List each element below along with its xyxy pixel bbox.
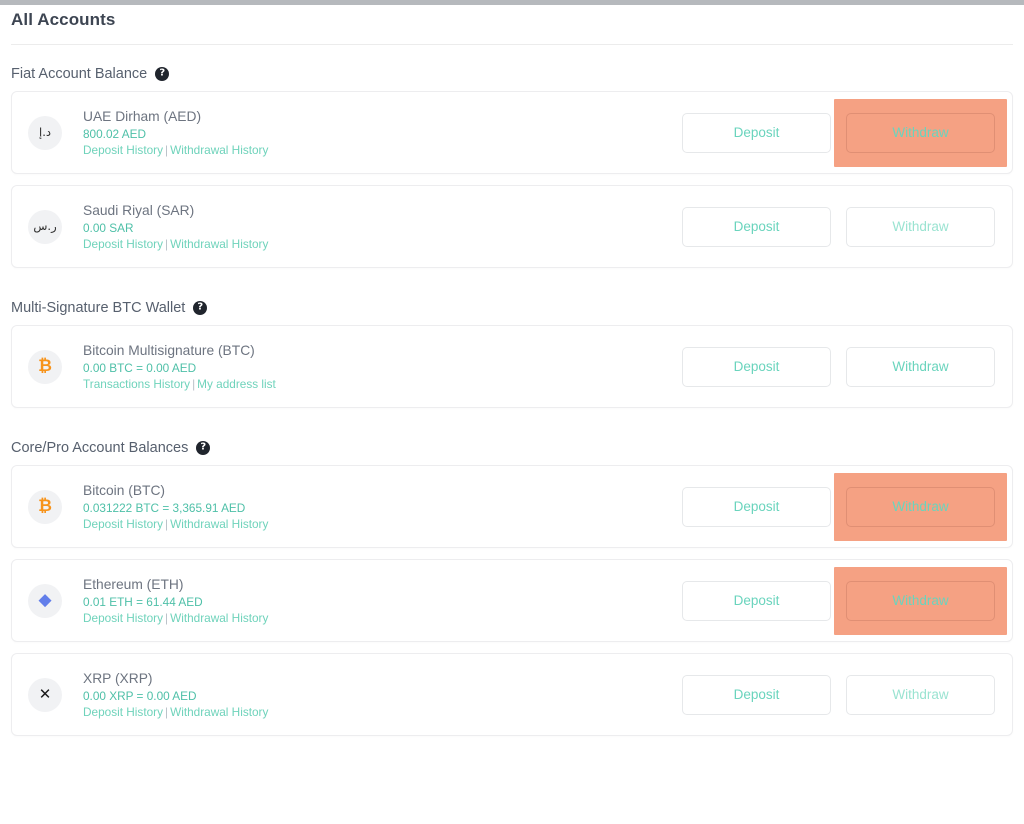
account-card: د.إ UAE Dirham (AED) 800.02 AED Deposit His… [11, 91, 1013, 174]
account-balance: 800.02 AED [83, 126, 146, 141]
history-link-primary[interactable]: Deposit History [83, 611, 163, 625]
deposit-button[interactable]: Deposit [682, 674, 831, 715]
withdraw-button-highlight: Withdraw [834, 566, 1007, 635]
link-separator: | [164, 610, 169, 625]
account-info: Ethereum (ETH) 0.01 ETH = 61.44 AED Deposi… [83, 576, 682, 626]
sar-riyal-icon: ر.س [28, 209, 62, 244]
help-icon[interactable]: ? [196, 441, 211, 455]
account-info: Bitcoin (BTC) 0.031222 BTC = 3,365.91 AED… [83, 482, 682, 532]
withdraw-button[interactable]: Withdraw [846, 674, 995, 715]
accounts-page: All Accounts Fiat Account Balance? د.إ UAE… [0, 5, 1024, 747]
account-card: ✕ XRP (XRP) 0.00 XRP = 0.00 AED Deposit His… [11, 653, 1013, 736]
account-info: XRP (XRP) 0.00 XRP = 0.00 AED Deposit Hist… [83, 670, 682, 720]
history-link-primary[interactable]: Transactions History [83, 377, 190, 391]
withdraw-button[interactable]: Withdraw [846, 112, 995, 153]
account-name: Bitcoin Multisignature (BTC) [83, 342, 255, 358]
ethereum-icon: ◆ [28, 583, 62, 618]
account-name: XRP (XRP) [83, 670, 153, 686]
account-card: ر.س Saudi Riyal (SAR) 0.00 SAR Deposit Hist… [11, 185, 1013, 268]
account-actions: Deposit Withdraw [682, 674, 995, 715]
link-separator: | [164, 516, 169, 531]
history-link-primary[interactable]: Deposit History [83, 705, 163, 719]
account-actions: Deposit Withdraw [682, 98, 1007, 167]
help-icon[interactable]: ? [155, 67, 170, 81]
history-link-primary[interactable]: Deposit History [83, 517, 163, 531]
account-balance: 0.031222 BTC = 3,365.91 AED [83, 500, 246, 515]
account-info: UAE Dirham (AED) 800.02 AED Deposit Histor… [83, 108, 682, 158]
account-links: Deposit History | Withdrawal History [83, 610, 682, 626]
help-icon-glyph: ? [200, 441, 207, 453]
xrp-icon-glyph: ✕ [38, 685, 52, 703]
account-card: ₿ Bitcoin Multisignature (BTC) 0.00 BTC = … [11, 325, 1013, 408]
deposit-button[interactable]: Deposit [682, 580, 831, 621]
section-heading-label: Core/Pro Account Balances [11, 440, 189, 456]
deposit-button[interactable]: Deposit [682, 112, 831, 153]
account-name: Saudi Riyal (SAR) [83, 202, 195, 218]
bitcoin-icon: ₿ [28, 349, 62, 384]
account-info: Saudi Riyal (SAR) 0.00 SAR Deposit History… [83, 202, 682, 252]
account-name: UAE Dirham (AED) [83, 108, 202, 124]
page-title: All Accounts [11, 10, 116, 29]
xrp-icon: ✕ [28, 677, 62, 712]
account-card-group: د.إ UAE Dirham (AED) 800.02 AED Deposit His… [0, 91, 1024, 268]
section-heading: Core/Pro Account Balances? [0, 419, 1024, 465]
account-name: Bitcoin (BTC) [83, 482, 166, 498]
link-separator: | [164, 236, 169, 251]
deposit-button[interactable]: Deposit [682, 206, 831, 247]
account-name: Ethereum (ETH) [83, 576, 184, 592]
account-balance: 0.00 SAR [83, 220, 134, 235]
withdraw-button-highlight: Withdraw [834, 98, 1007, 167]
ethereum-icon-glyph: ◆ [38, 590, 52, 610]
account-card-group: ₿ Bitcoin Multisignature (BTC) 0.00 BTC = … [0, 325, 1024, 408]
account-links: Deposit History | Withdrawal History [83, 236, 682, 252]
account-actions: Deposit Withdraw [682, 206, 995, 247]
account-balance: 0.00 BTC = 0.00 AED [83, 360, 197, 375]
account-actions: Deposit Withdraw [682, 346, 995, 387]
sar-riyal-icon-glyph: ر.س [33, 218, 57, 233]
withdraw-button-highlight: Withdraw [834, 472, 1007, 541]
withdraw-button[interactable]: Withdraw [846, 206, 995, 247]
account-card-group: ₿ Bitcoin (BTC) 0.031222 BTC = 3,365.91 AE… [0, 465, 1024, 736]
bitcoin-icon-glyph: ₿ [38, 356, 52, 376]
account-links: Deposit History | Withdrawal History [83, 704, 682, 720]
withdraw-button[interactable]: Withdraw [846, 580, 995, 621]
withdraw-button[interactable]: Withdraw [846, 346, 995, 387]
account-balance: 0.00 XRP = 0.00 AED [83, 688, 197, 703]
accounts-sections: Fiat Account Balance? د.إ UAE Dirham (AED)… [0, 45, 1024, 736]
section-heading-label: Multi-Signature BTC Wallet [11, 300, 186, 316]
bitcoin-icon-glyph: ₿ [38, 496, 52, 516]
link-separator: | [164, 142, 169, 157]
aed-dirham-icon-glyph: د.إ [39, 124, 51, 139]
history-link-primary[interactable]: Deposit History [83, 143, 163, 157]
account-card: ₿ Bitcoin (BTC) 0.031222 BTC = 3,365.91 AE… [11, 465, 1013, 548]
account-links: Transactions History | My address list [83, 376, 682, 392]
withdraw-button[interactable]: Withdraw [846, 486, 995, 527]
section-heading-label: Fiat Account Balance [11, 66, 148, 82]
history-link-secondary[interactable]: Withdrawal History [170, 705, 268, 719]
history-link-secondary[interactable]: Withdrawal History [170, 143, 268, 157]
history-link-secondary[interactable]: My address list [197, 377, 276, 391]
account-actions: Deposit Withdraw [682, 566, 1007, 635]
account-actions: Deposit Withdraw [682, 472, 1007, 541]
aed-dirham-icon: د.إ [28, 115, 62, 150]
account-info: Bitcoin Multisignature (BTC) 0.00 BTC = 0… [83, 342, 682, 392]
section-heading: Fiat Account Balance? [0, 45, 1024, 91]
account-links: Deposit History | Withdrawal History [83, 516, 682, 532]
help-icon-glyph: ? [159, 67, 166, 79]
deposit-button[interactable]: Deposit [682, 346, 831, 387]
help-icon-glyph: ? [197, 301, 204, 313]
history-link-secondary[interactable]: Withdrawal History [170, 611, 268, 625]
account-card: ◆ Ethereum (ETH) 0.01 ETH = 61.44 AED Depos… [11, 559, 1013, 642]
history-link-secondary[interactable]: Withdrawal History [170, 517, 268, 531]
help-icon[interactable]: ? [193, 301, 208, 315]
history-link-primary[interactable]: Deposit History [83, 237, 163, 251]
account-balance: 0.01 ETH = 61.44 AED [83, 594, 203, 609]
bitcoin-icon: ₿ [28, 489, 62, 524]
section-heading: Multi-Signature BTC Wallet? [0, 279, 1024, 325]
deposit-button[interactable]: Deposit [682, 486, 831, 527]
account-links: Deposit History | Withdrawal History [83, 142, 682, 158]
history-link-secondary[interactable]: Withdrawal History [170, 237, 268, 251]
link-separator: | [164, 704, 169, 719]
